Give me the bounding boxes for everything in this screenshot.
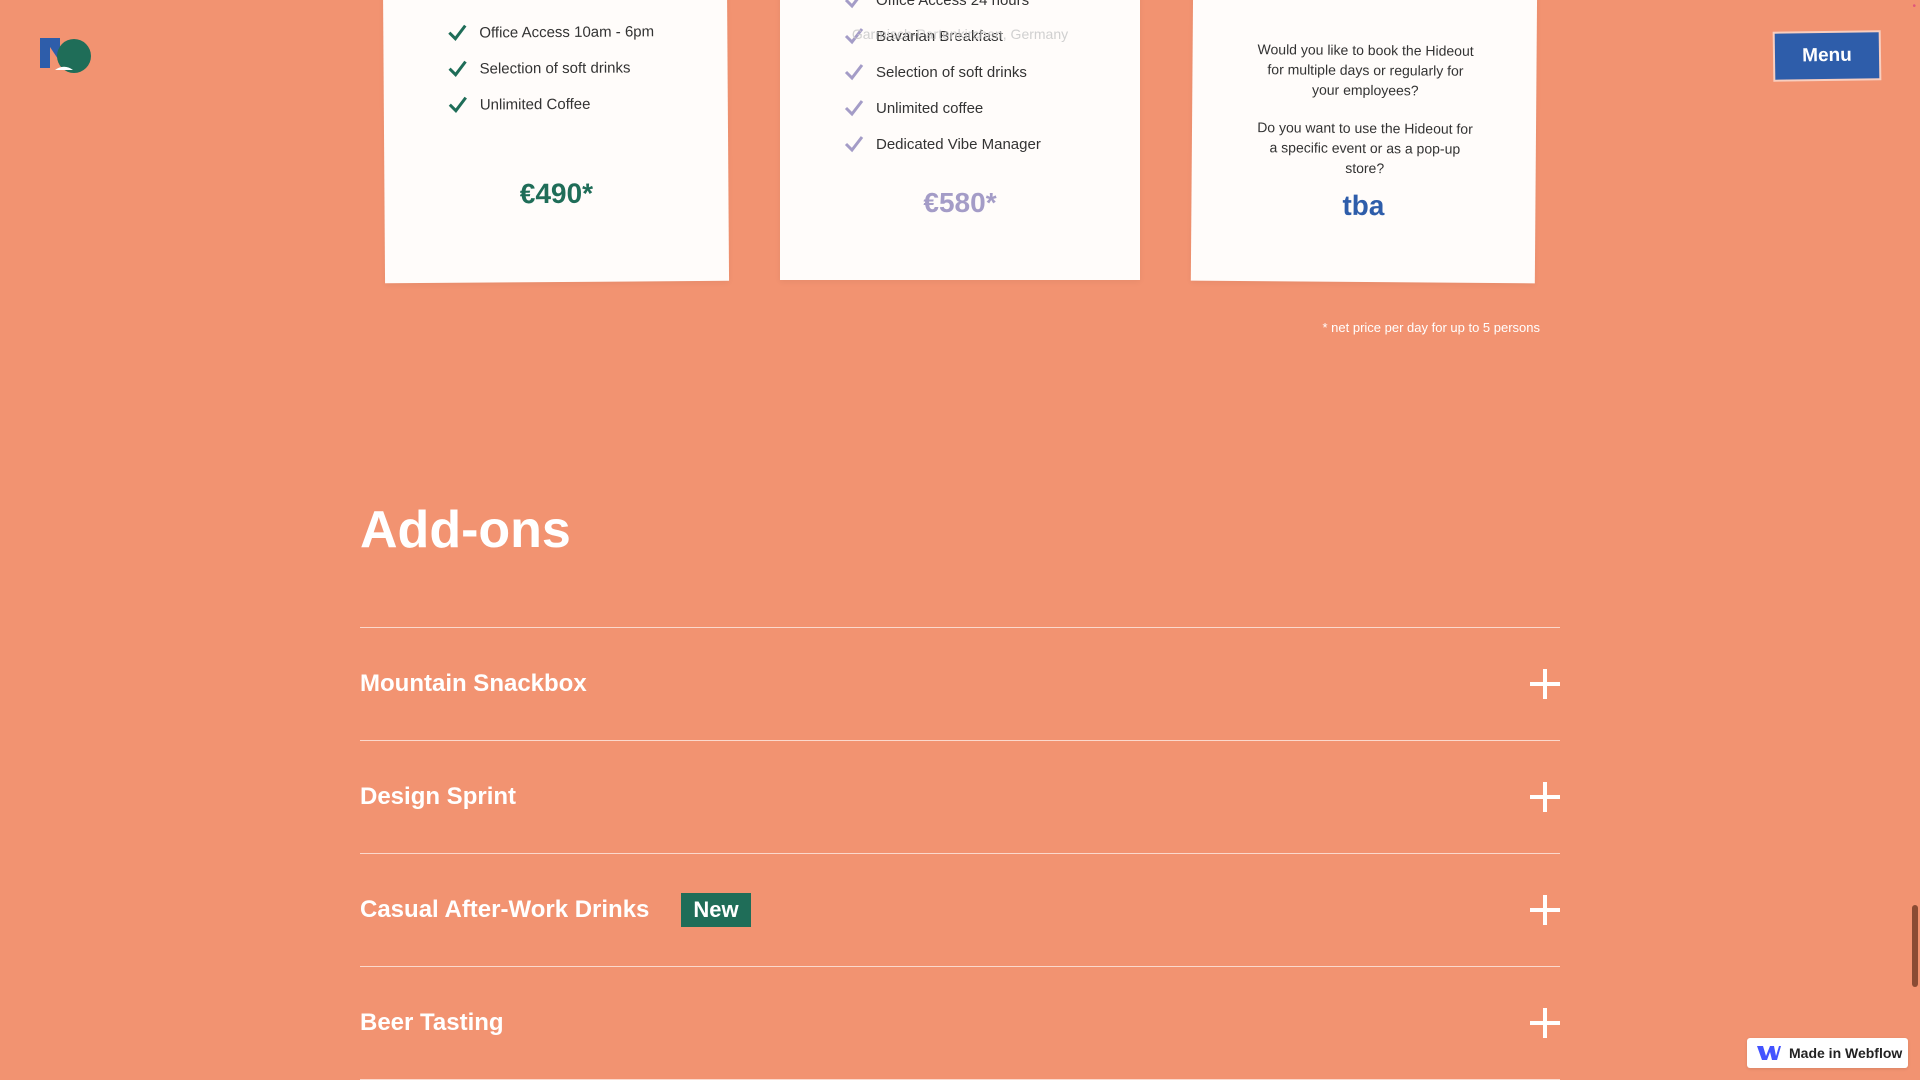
plus-icon[interactable]: [1530, 782, 1560, 812]
accordion-title: Design Sprint: [360, 783, 517, 810]
feature-item: Unlimited coffee: [844, 90, 1041, 126]
menu-button[interactable]: Menu: [1774, 32, 1880, 80]
accordion-item[interactable]: Mountain Snackbox: [360, 628, 1560, 741]
accordion-header: Beer Tasting: [360, 1009, 504, 1037]
made-in-webflow-badge[interactable]: Made in Webflow: [1747, 1038, 1908, 1068]
checkmark-icon: [844, 62, 864, 82]
feature-list: Office Access 24 hours Bavarian Breakfas…: [844, 0, 1041, 162]
checkmark-icon: [844, 0, 864, 10]
accordion-item[interactable]: Design Sprint: [360, 741, 1560, 854]
feature-item: Unlimited Coffee: [448, 85, 655, 122]
accordion-header: Design Sprint: [360, 783, 516, 811]
scrollbar-thumb[interactable]: [1912, 905, 1918, 987]
webflow-badge-label: Made in Webflow: [1789, 1045, 1903, 1061]
feature-label: Dedicated Vibe Manager: [876, 135, 1041, 153]
feature-label: Office Access 10am - 6pm: [479, 22, 655, 42]
plus-icon[interactable]: [1530, 669, 1560, 699]
checkmark-icon: [844, 134, 864, 154]
custom-question: Do you want to use the Hideout for a spe…: [1257, 119, 1473, 177]
pricing-card-basic: Office Access 10am - 6pm Selection of so…: [382, 0, 730, 284]
corner-mark: •: [1912, 1, 1916, 12]
logo-mark: [40, 38, 91, 73]
price-footnote: * net price per day for up to 5 persons: [1322, 320, 1540, 335]
price: €580*: [923, 187, 997, 218]
checkmark-icon: [447, 23, 467, 43]
new-badge: New: [681, 893, 751, 927]
price: tba: [1342, 189, 1385, 222]
feature-label: Office Access 24 hours: [876, 0, 1030, 9]
feature-item: Selection of soft drinks: [844, 54, 1041, 90]
webflow-icon: [1757, 1046, 1781, 1060]
plus-icon[interactable]: [1530, 895, 1560, 925]
pricing-card-premium: Office Access 24 hours Bavarian Breakfas…: [780, 0, 1140, 280]
plus-icon[interactable]: [1530, 1008, 1560, 1038]
pricing-card-custom: Would you like to book the Hideout for m…: [1190, 0, 1538, 284]
checkmark-icon: [447, 59, 467, 79]
accordion-header: Casual After-Work Drinks New: [360, 893, 751, 927]
custom-question: Would you like to book the Hideout for m…: [1257, 41, 1474, 99]
feature-item: Office Access 24 hours: [844, 0, 1041, 18]
logo[interactable]: [40, 38, 92, 74]
price: €490*: [519, 177, 594, 210]
feature-label: Selection of soft drinks: [479, 58, 631, 78]
accordion-header: Mountain Snackbox: [360, 670, 587, 698]
feature-label: Unlimited Coffee: [479, 95, 591, 114]
feature-label: Selection of soft drinks: [876, 63, 1027, 81]
feature-list: Office Access 10am - 6pm Selection of so…: [447, 13, 655, 122]
section-title: Add-ons: [360, 501, 571, 559]
accordion-title: Mountain Snackbox: [360, 670, 587, 697]
accordion-item[interactable]: Beer Tasting: [360, 967, 1560, 1080]
feature-item: Dedicated Vibe Manager: [844, 126, 1041, 162]
accordion-title: Beer Tasting: [360, 1009, 504, 1036]
feature-item: Selection of soft drinks: [447, 49, 654, 86]
accordion-title: Casual After-Work Drinks: [360, 896, 650, 923]
feature-label: Unlimited coffee: [876, 99, 984, 117]
location-overlay: Garmisch-Partenkirchen, Germany: [851, 26, 1069, 42]
addons-accordion: Mountain Snackbox Design Sprint Casual A…: [360, 627, 1560, 1080]
checkmark-icon: [448, 95, 468, 115]
checkmark-icon: [844, 98, 864, 118]
accordion-item[interactable]: Casual After-Work Drinks New: [360, 854, 1560, 967]
feature-item: Office Access 10am - 6pm: [447, 13, 654, 50]
